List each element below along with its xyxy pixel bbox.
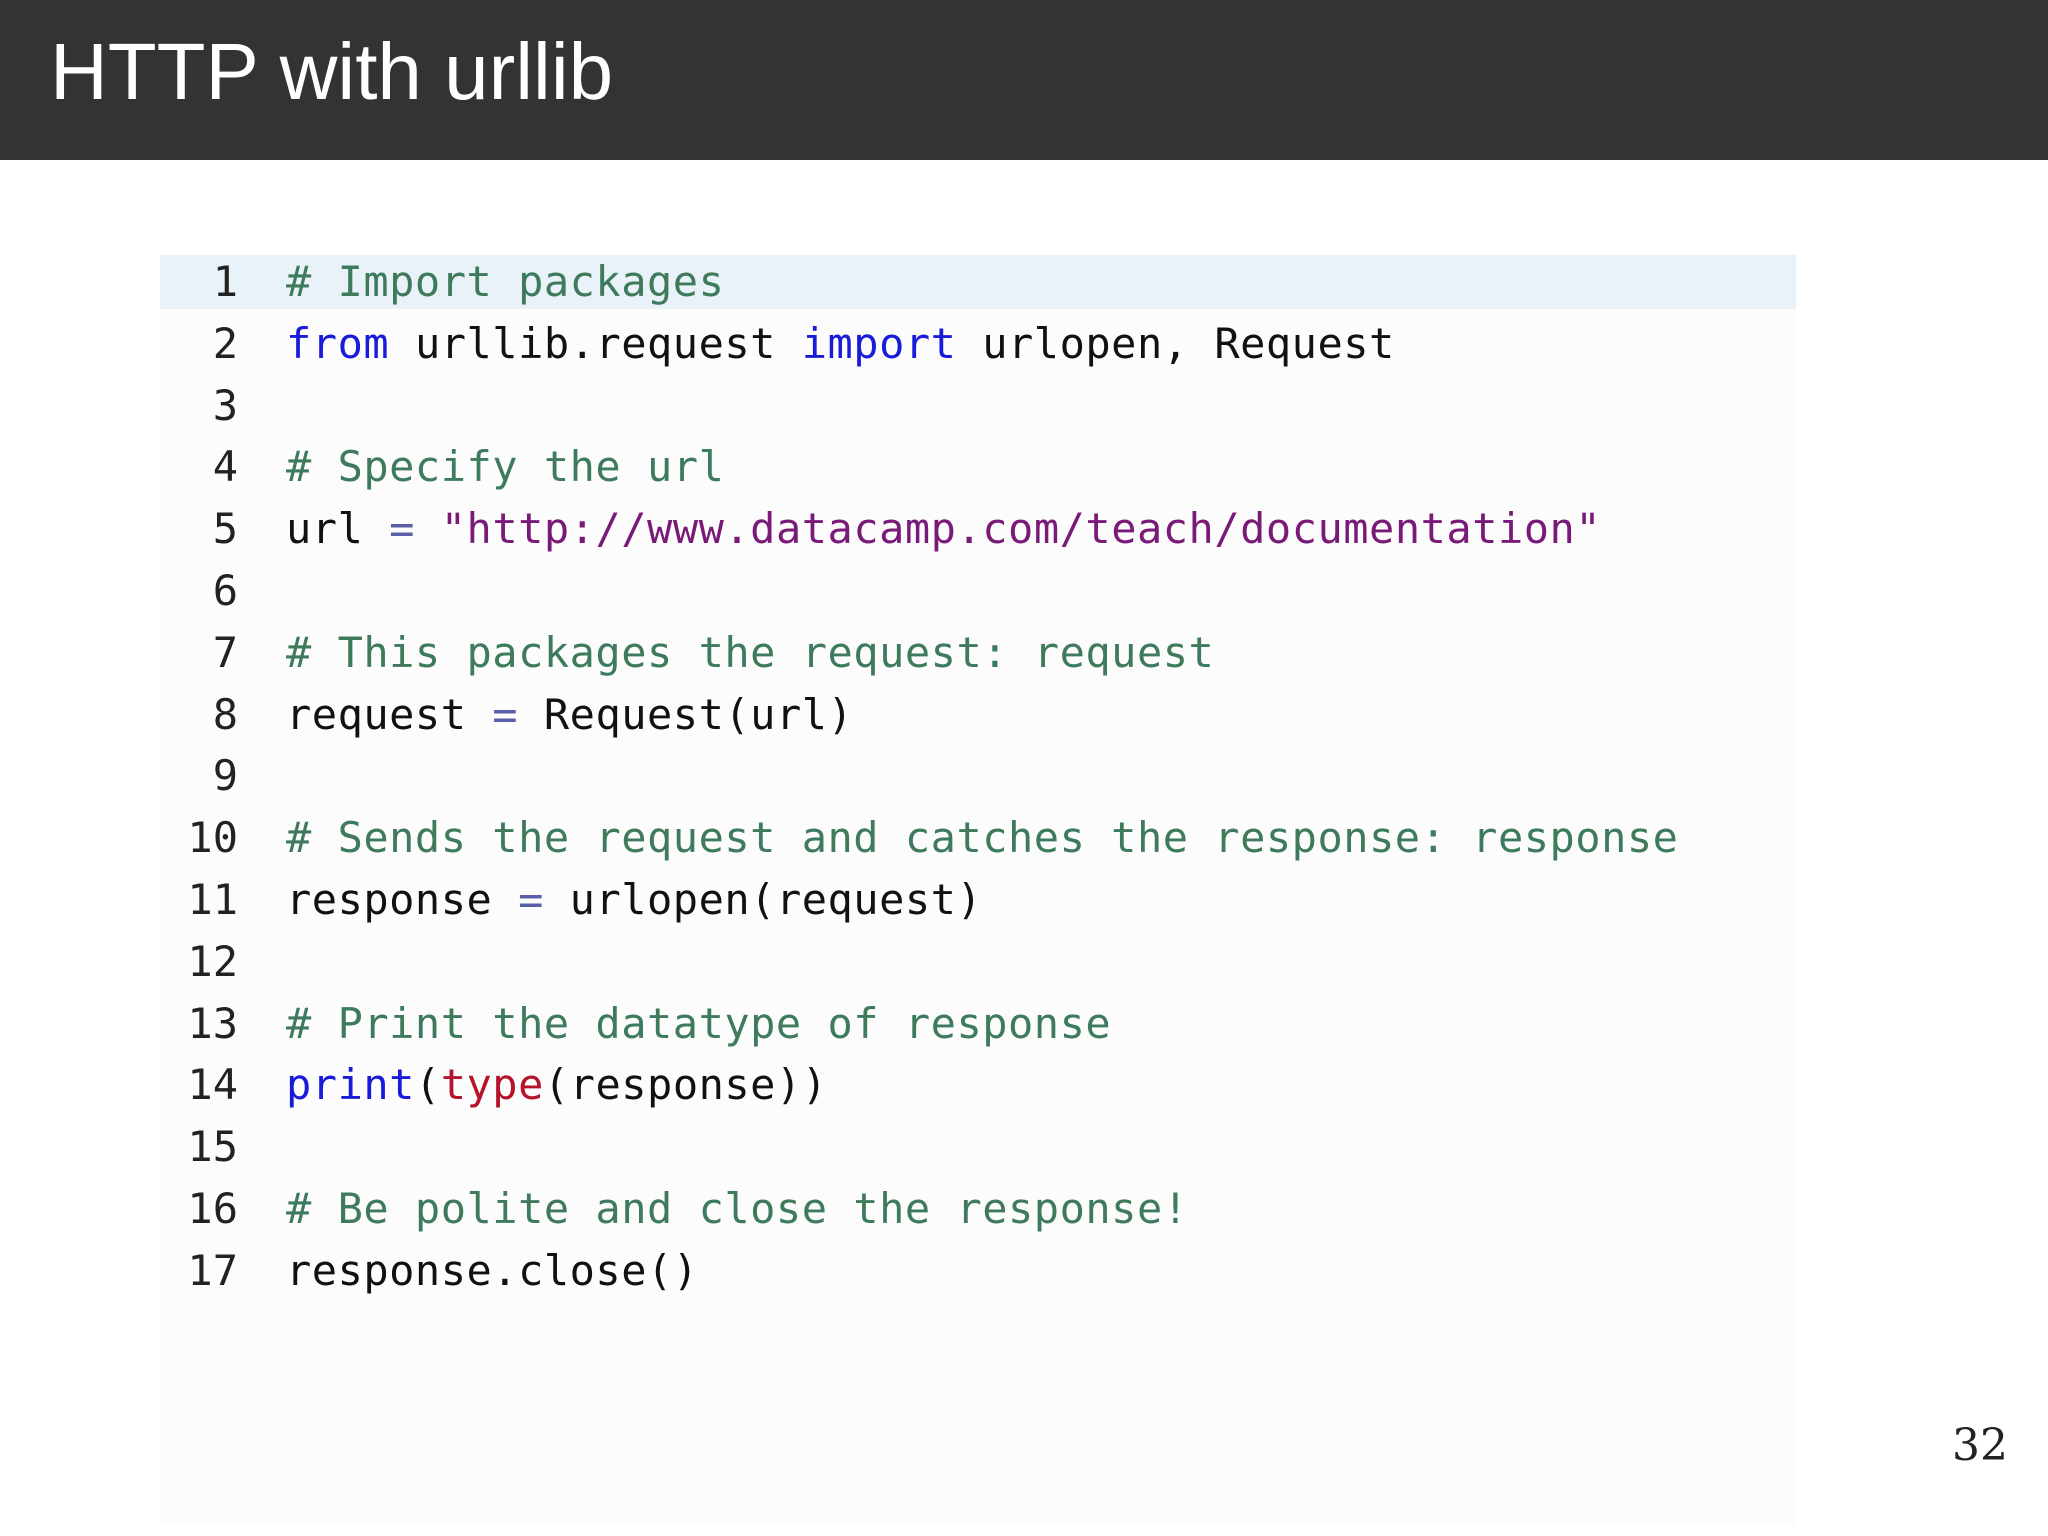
line-code: from urllib.request import urlopen, Requ… <box>286 317 1395 371</box>
code-token-comment: # Be polite and close the response! <box>286 1184 1189 1233</box>
code-token-name: response <box>286 875 519 924</box>
code-token-name: (response)) <box>543 1060 828 1110</box>
code-token-name: urlopen, Request <box>956 318 1395 368</box>
code-token-comment: # This packages the request: request <box>286 627 1215 677</box>
line-code: request = Request(url) <box>286 688 853 742</box>
code-line: 15 <box>160 1120 1796 1174</box>
code-line: 14 print(type(response)) <box>160 1058 1796 1112</box>
line-number: 1 <box>212 257 238 306</box>
line-code: # This packages the request: request <box>286 626 1214 680</box>
code-line: 6 <box>160 564 1796 618</box>
line-number: 4 <box>212 442 238 492</box>
code-line: 7 # This packages the request: request <box>160 626 1796 680</box>
code-token-type: type <box>440 1060 544 1110</box>
line-number: 10 <box>187 813 238 863</box>
line-code: # Specify the url <box>286 440 724 494</box>
code-line: 2 from urllib.request import urlopen, Req… <box>160 317 1796 371</box>
code-line: 13 # Print the datatype of response <box>160 997 1796 1051</box>
code-line: 17 response.close() <box>160 1244 1796 1298</box>
code-line: 12 <box>160 935 1796 989</box>
code-token-name: urllib.request <box>389 318 802 368</box>
code-token-comment: # Print the datatype of response <box>286 998 1112 1048</box>
code-token-builtin: print <box>286 1060 415 1110</box>
line-code: url = "http://www.datacamp.com/teach/doc… <box>286 502 1601 556</box>
code-block: 1 # Import packages 2 from urllib.request i… <box>160 255 1796 1525</box>
code-token-name: url <box>286 504 390 554</box>
title-bar: HTTP with urllib <box>0 0 2048 160</box>
line-number: 9 <box>212 751 238 801</box>
code-token-name: ( <box>414 1060 441 1110</box>
line-code: print(type(response)) <box>286 1058 828 1112</box>
line-number: 13 <box>187 998 238 1048</box>
code-token-op: = <box>492 689 519 739</box>
code-token-string: "http://www.datacamp.com/teach/documenta… <box>440 504 1602 554</box>
code-token-name: urlopen(request) <box>543 875 983 924</box>
code-token-comment: # Sends the request and catches the resp… <box>286 813 1679 863</box>
code-line: 3 <box>160 379 1796 433</box>
line-number: 14 <box>187 1060 238 1110</box>
code-line: 9 <box>160 749 1796 803</box>
line-number: 3 <box>212 380 238 430</box>
code-token-name: request <box>286 689 493 739</box>
code-line: 10 # Sends the request and catches the re… <box>160 811 1796 865</box>
code-line: 8 request = Request(url) <box>160 688 1796 742</box>
line-number: 15 <box>187 1122 238 1172</box>
slide-title: HTTP with urllib <box>50 27 614 116</box>
code-token-name: response.close() <box>286 1245 699 1295</box>
line-number: 5 <box>212 504 238 554</box>
line-number: 2 <box>212 318 238 368</box>
line-number: 7 <box>212 627 238 677</box>
line-number: 17 <box>187 1245 238 1295</box>
code-line: 4 # Specify the url <box>160 440 1796 494</box>
line-code: # Be polite and close the response! <box>286 1182 1189 1236</box>
line-number: 12 <box>187 936 238 986</box>
line-number: 6 <box>212 566 238 615</box>
code-token-keyword: import <box>801 318 957 368</box>
code-token-keyword: from <box>286 318 390 368</box>
line-number: 11 <box>187 875 238 924</box>
line-code: # Sends the request and catches the resp… <box>286 811 1678 865</box>
line-number: 16 <box>187 1184 238 1233</box>
code-token-op: = <box>518 875 544 924</box>
line-code: response.close() <box>286 1244 699 1298</box>
line-code: # Print the datatype of response <box>286 997 1111 1051</box>
code-line: 5 url = "http://www.datacamp.com/teach/do… <box>160 502 1796 556</box>
page-number: 32 <box>1952 1420 2008 1471</box>
code-token-op: = <box>389 504 415 554</box>
line-code: response = urlopen(request) <box>286 873 982 927</box>
code-line: 16 # Be polite and close the response! <box>160 1182 1796 1236</box>
code-line-highlighted: 1 # Import packages <box>160 255 1796 309</box>
code-token-name <box>415 504 441 553</box>
code-token-name: Request(url) <box>518 689 854 739</box>
code-line: 11 response = urlopen(request) <box>160 873 1796 927</box>
line-code: # Import packages <box>286 255 724 309</box>
code-token-comment: # Import packages <box>286 257 725 306</box>
line-number: 8 <box>212 689 238 739</box>
code-token-comment: # Specify the url <box>286 442 725 492</box>
